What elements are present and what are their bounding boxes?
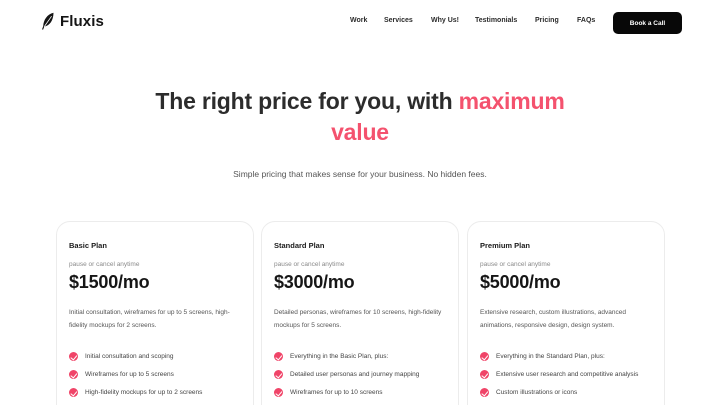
feature-item: Initial consultation and scoping: [69, 351, 247, 362]
brand-logo[interactable]: Fluxis: [41, 12, 104, 30]
pricing-card-premium: Premium Plan pause or cancel anytime $50…: [467, 221, 665, 405]
pricing-card-basic: Basic Plan pause or cancel anytime $1500…: [56, 221, 254, 405]
plan-description: Detailed personas, wireframes for 10 scr…: [274, 309, 442, 329]
feature-text: Everything in the Basic Plan, plus:: [290, 353, 389, 360]
book-a-call-button[interactable]: Book a Call: [613, 12, 682, 34]
top-navbar: Fluxis Work Services Why Us! Testimonial…: [0, 0, 720, 46]
plan-note: pause or cancel anytime: [480, 261, 551, 268]
plan-note: pause or cancel anytime: [69, 261, 140, 268]
plan-name: Premium Plan: [480, 241, 531, 250]
feature-list: Everything in the Basic Plan, plus: Deta…: [274, 351, 452, 405]
nav-link-faqs[interactable]: FAQs: [577, 17, 595, 24]
plan-price: $1500/mo: [69, 272, 150, 292]
feature-item: Wireframes for up to 10 screens: [274, 387, 452, 398]
feature-item: Detailed user personas and journey mappi…: [274, 369, 452, 380]
feature-text: Wireframes for up to 5 screens: [85, 371, 174, 378]
feature-item: Custom illustrations or icons: [480, 387, 658, 398]
feature-item: Everything in the Standard Plan, plus:: [480, 351, 658, 362]
title-accent-text: maximum: [458, 88, 565, 114]
check-icon: [69, 370, 78, 379]
plan-note: pause or cancel anytime: [274, 261, 345, 268]
feature-item: Extensive user research and competitive …: [480, 369, 658, 380]
plan-name: Standard Plan: [274, 241, 325, 250]
plan-price: $3000/mo: [274, 272, 355, 292]
feature-item: High-fidelity mockups for up to 2 screen…: [69, 387, 247, 398]
nav-link-why-us[interactable]: Why Us!: [431, 17, 459, 24]
feature-text: High-fidelity mockups for up to 2 screen…: [85, 389, 203, 396]
title-accent-text-2: value: [331, 119, 389, 145]
feature-text: Wireframes for up to 10 screens: [290, 389, 383, 396]
nav-link-testimonials[interactable]: Testimonials: [475, 17, 517, 24]
check-icon: [480, 352, 489, 361]
plan-name: Basic Plan: [69, 241, 107, 250]
nav-link-work[interactable]: Work: [350, 17, 367, 24]
page-title: The right price for you, with maximum va…: [100, 86, 620, 148]
feature-text: Initial consultation and scoping: [85, 353, 174, 360]
feature-text: Everything in the Standard Plan, plus:: [496, 353, 605, 360]
plan-description: Extensive research, custom illustrations…: [480, 309, 626, 329]
check-icon: [274, 352, 283, 361]
pricing-card-standard: Standard Plan pause or cancel anytime $3…: [261, 221, 459, 405]
page-subtitle: Simple pricing that makes sense for your…: [233, 169, 487, 179]
check-icon: [480, 370, 489, 379]
feature-item: Wireframes for up to 5 screens: [69, 369, 247, 380]
check-icon: [274, 370, 283, 379]
check-icon: [274, 388, 283, 397]
feature-text: Detailed user personas and journey mappi…: [290, 371, 420, 378]
feature-text: Custom illustrations or icons: [496, 389, 578, 396]
nav-link-pricing[interactable]: Pricing: [535, 17, 559, 24]
plan-description: Initial consultation, wireframes for up …: [69, 309, 230, 329]
feature-item: Everything in the Basic Plan, plus:: [274, 351, 452, 362]
brand-name: Fluxis: [60, 12, 104, 30]
check-icon: [480, 388, 489, 397]
feature-list: Initial consultation and scoping Wirefra…: [69, 351, 247, 405]
plan-price: $5000/mo: [480, 272, 561, 292]
check-icon: [69, 388, 78, 397]
nav-link-services[interactable]: Services: [384, 17, 413, 24]
feature-list: Everything in the Standard Plan, plus: E…: [480, 351, 658, 405]
feather-icon: [42, 12, 54, 30]
title-text: The right price for you, with: [155, 88, 453, 114]
feature-text: Extensive user research and competitive …: [496, 371, 639, 378]
check-icon: [69, 352, 78, 361]
